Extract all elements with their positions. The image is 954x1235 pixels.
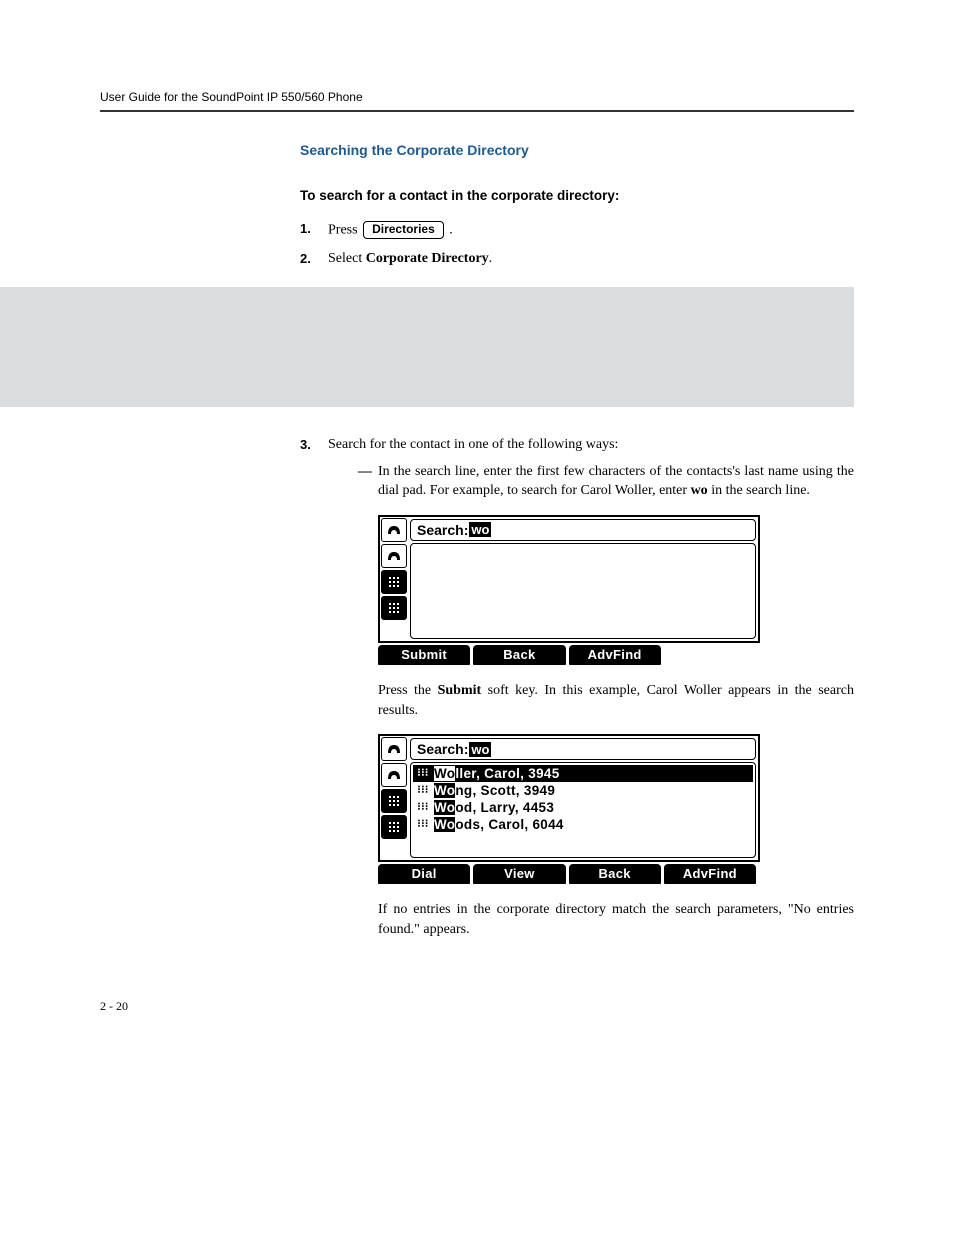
- result-hl: Wo: [434, 766, 455, 781]
- page-number: 2 - 20: [100, 999, 854, 1014]
- search-label: Search:: [417, 741, 468, 757]
- result-rest: od, Larry, 4453: [455, 800, 554, 815]
- para1-bold: Submit: [438, 683, 482, 698]
- section-heading: Searching the Corporate Directory: [300, 142, 854, 158]
- step-1: 1. Press Directories .: [300, 221, 854, 239]
- paragraph-no-entries: If no entries in the corporate directory…: [378, 900, 854, 939]
- para1-prefix: Press the: [378, 683, 438, 698]
- step-3-text: Search for the contact in one of the fol…: [328, 437, 618, 452]
- step-number: 3.: [300, 437, 311, 452]
- sub-step-dash: In the search line, enter the first few …: [358, 463, 854, 501]
- line-key-icon: [381, 789, 407, 813]
- procedure-title: To search for a contact in the corporate…: [300, 188, 854, 203]
- step-2-prefix: Select: [328, 251, 366, 266]
- softkey-advfind: AdvFind: [664, 864, 756, 884]
- contact-icon: ⁝⁝⁝: [416, 768, 430, 779]
- step-2-bold: Corporate Directory: [366, 251, 489, 266]
- phone-screenshot-search-input: Search:wo Submit Back AdvFind: [378, 515, 854, 665]
- step-2: 2. Select Corporate Directory.: [300, 251, 854, 267]
- directories-button: Directories: [363, 221, 444, 239]
- step-number: 1.: [300, 221, 311, 236]
- softkey-dial: Dial: [378, 864, 470, 884]
- result-rest: ods, Carol, 6044: [455, 817, 563, 832]
- line-key-icon: [381, 763, 407, 787]
- result-row: ⁝⁝⁝ Wong, Scott, 3949: [413, 782, 753, 799]
- search-line: Search:wo: [410, 738, 756, 760]
- search-label: Search:: [417, 522, 468, 538]
- step-number: 2.: [300, 251, 311, 266]
- softkey-back: Back: [473, 645, 565, 665]
- result-row: ⁝⁝⁝ Woods, Carol, 6044: [413, 816, 753, 833]
- step-2-suffix: .: [489, 251, 493, 266]
- result-hl: Wo: [434, 800, 455, 815]
- search-query: wo: [469, 522, 491, 537]
- results-body-empty: [410, 543, 756, 639]
- step-1-text-prefix: Press: [328, 222, 358, 237]
- line-key-icon: [381, 815, 407, 839]
- dash-text-1-suffix: in the search line.: [708, 483, 810, 498]
- search-line: Search:wo: [410, 519, 756, 541]
- result-rest: ng, Scott, 3949: [455, 783, 555, 798]
- step-1-text-suffix: .: [449, 222, 453, 237]
- dash-bold-1: wo: [691, 483, 708, 498]
- result-hl: Wo: [434, 783, 455, 798]
- line-key-icon: [381, 570, 407, 594]
- line-key-icon: [381, 596, 407, 620]
- softkey-submit: Submit: [378, 645, 470, 665]
- softkey-back: Back: [569, 864, 661, 884]
- phone-screenshot-search-results: Search:wo ⁝⁝⁝ Woller, Carol, 3945 ⁝⁝⁝ Wo…: [378, 734, 854, 884]
- result-row: ⁝⁝⁝ Wood, Larry, 4453: [413, 799, 753, 816]
- result-rest: ller, Carol, 3945: [455, 766, 559, 781]
- gray-placeholder-box: [0, 287, 854, 407]
- running-header: User Guide for the SoundPoint IP 550/560…: [100, 90, 854, 112]
- step-3: 3. Search for the contact in one of the …: [300, 437, 854, 939]
- search-query: wo: [469, 742, 491, 757]
- line-key-icon: [381, 544, 407, 568]
- paragraph-submit: Press the Submit soft key. In this examp…: [378, 681, 854, 720]
- result-row: ⁝⁝⁝ Woller, Carol, 3945: [413, 765, 753, 782]
- softkey-view: View: [473, 864, 565, 884]
- line-key-icon: [381, 737, 407, 761]
- contact-icon: ⁝⁝⁝: [416, 802, 430, 813]
- softkey-advfind: AdvFind: [569, 645, 661, 665]
- result-hl: Wo: [434, 817, 455, 832]
- results-body: ⁝⁝⁝ Woller, Carol, 3945 ⁝⁝⁝ Wong, Scott,…: [410, 762, 756, 858]
- contact-icon: ⁝⁝⁝: [416, 785, 430, 796]
- softkey-empty: [664, 645, 756, 665]
- line-key-icon: [381, 518, 407, 542]
- contact-icon: ⁝⁝⁝: [416, 819, 430, 830]
